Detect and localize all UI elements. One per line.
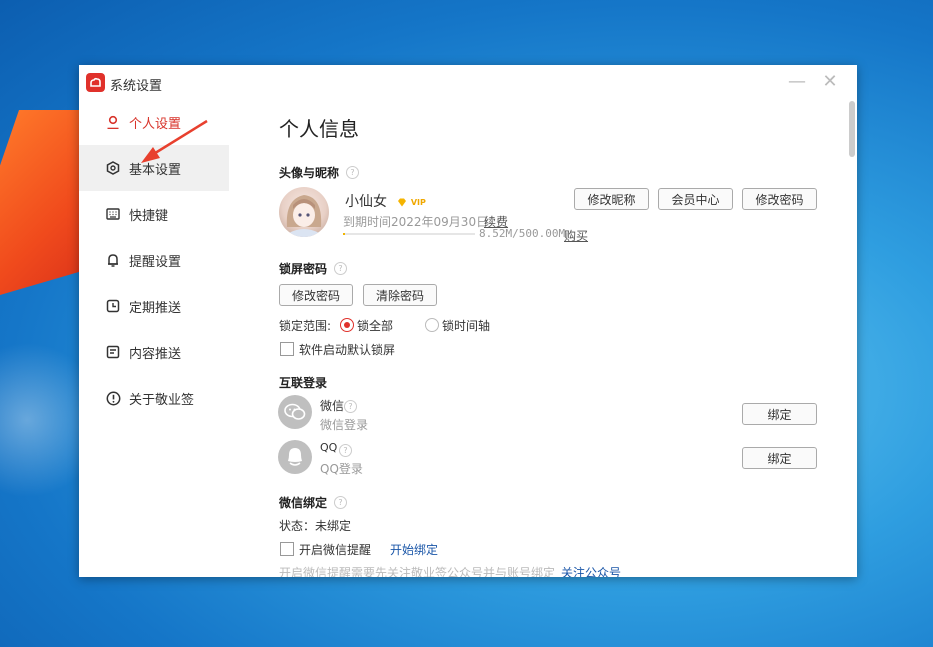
qq-bind-button[interactable]: 绑定 <box>742 447 817 469</box>
help-icon[interactable]: ? <box>344 400 357 413</box>
close-button[interactable]: ✕ <box>817 71 843 93</box>
lock-change-password-button[interactable]: 修改密码 <box>279 284 353 306</box>
sidebar-item-label: 快捷键 <box>129 208 169 224</box>
sidebar-item-scheduled-push[interactable]: 定期推送 <box>79 283 229 329</box>
help-icon[interactable]: ? <box>334 496 348 509</box>
wallpaper-glow <box>0 330 90 510</box>
scrollbar[interactable] <box>849 101 855 157</box>
wechat-bind-status: 状态：未绑定 <box>279 519 352 533</box>
hexagon-settings-icon <box>105 160 121 176</box>
qq-name: QQ <box>320 441 338 454</box>
app-logo-icon <box>86 73 105 92</box>
startup-lock-checkbox[interactable] <box>280 342 294 356</box>
minimize-button[interactable]: — <box>784 71 810 93</box>
keyboard-icon <box>105 206 121 222</box>
section-title-lock: 锁屏密码 ? <box>279 260 348 277</box>
clock-icon <box>105 298 121 314</box>
wechat-reminder-checkbox[interactable] <box>280 542 294 556</box>
scope-timeline-radio[interactable] <box>425 318 439 332</box>
avatar[interactable] <box>279 187 329 237</box>
section-title-text: 互联登录 <box>279 376 328 390</box>
vip-badge: VIP <box>397 195 426 209</box>
expiry-text: 到期时间2022年09月30日 <box>343 215 489 229</box>
sidebar-item-about[interactable]: 关于敬业签 <box>79 375 229 421</box>
qq-sub: QQ登录 <box>320 462 363 476</box>
nickname: 小仙女 <box>345 194 387 210</box>
storage-progress-fill <box>343 233 346 235</box>
help-icon[interactable]: ? <box>334 262 348 275</box>
sidebar-item-personal[interactable]: 个人设置 <box>79 99 229 145</box>
start-bind-link[interactable]: 开始绑定 <box>390 541 438 558</box>
help-icon[interactable]: ? <box>339 444 352 457</box>
title-bar[interactable]: 系统设置 — ✕ <box>79 65 857 100</box>
wechat-name: 微信 <box>320 399 345 413</box>
wechat-reminder-label[interactable]: 开启微信提醒 <box>299 541 371 558</box>
sidebar-item-content-push[interactable]: 内容推送 <box>79 329 229 375</box>
sidebar-item-label: 定期推送 <box>129 300 182 316</box>
sidebar-item-label: 基本设置 <box>129 162 182 178</box>
edit-nickname-button[interactable]: 修改昵称 <box>574 188 649 210</box>
storage-progress-bar <box>343 233 475 235</box>
help-icon[interactable]: ? <box>346 166 360 179</box>
buy-link[interactable]: 购买 <box>564 227 588 244</box>
section-title-profile: 头像与昵称 ? <box>279 164 360 181</box>
settings-window: 系统设置 — ✕ 个人设置 基本设置 快捷键 提醒设置 定期推送 内容推送 关于… <box>79 65 857 577</box>
scope-timeline-label[interactable]: 锁时间轴 <box>442 317 490 334</box>
lock-scope-label: 锁定范围: <box>279 319 332 333</box>
scope-all-label[interactable]: 锁全部 <box>357 317 393 334</box>
diamond-icon <box>398 198 406 207</box>
wechat-icon <box>278 395 312 429</box>
info-circle-icon <box>105 390 121 406</box>
window-title: 系统设置 <box>110 79 163 94</box>
person-icon <box>105 114 121 130</box>
sidebar-item-label: 内容推送 <box>129 346 182 362</box>
sidebar-item-shortcuts[interactable]: 快捷键 <box>79 191 229 237</box>
wechat-hint-text: 开启微信提醒需要先关注敬业签公众号并与账号绑定 <box>279 566 556 577</box>
storage-text: 8.52M/500.00M <box>479 227 566 240</box>
section-title-text: 头像与昵称 <box>279 166 340 180</box>
lock-clear-password-button[interactable]: 清除密码 <box>363 284 437 306</box>
section-title-wechat-bind: 微信绑定 ? <box>279 494 348 511</box>
page-title: 个人信息 <box>279 117 359 141</box>
section-title-text: 锁屏密码 <box>279 262 328 276</box>
wechat-bind-button[interactable]: 绑定 <box>742 403 817 425</box>
sidebar: 个人设置 基本设置 快捷键 提醒设置 定期推送 内容推送 关于敬业签 <box>79 99 229 577</box>
sidebar-item-label: 个人设置 <box>129 116 182 132</box>
scope-all-radio[interactable] <box>340 318 354 332</box>
sidebar-item-label: 关于敬业签 <box>129 392 195 408</box>
sidebar-item-label: 提醒设置 <box>129 254 182 270</box>
vip-badge-text: VIP <box>410 198 426 207</box>
startup-lock-label[interactable]: 软件启动默认锁屏 <box>299 341 395 358</box>
wechat-sub: 微信登录 <box>320 418 369 432</box>
section-title-text: 微信绑定 <box>279 496 328 510</box>
qq-icon <box>278 440 312 474</box>
follow-official-account-link[interactable]: 关注公众号 <box>561 564 621 577</box>
sidebar-item-reminders[interactable]: 提醒设置 <box>79 237 229 283</box>
member-center-button[interactable]: 会员中心 <box>658 188 733 210</box>
section-title-linked-login: 互联登录 <box>279 374 327 391</box>
change-password-button[interactable]: 修改密码 <box>742 188 817 210</box>
content-panel: 个人信息 头像与昵称 ? 小仙女 VIP 到期时间2022年09月30日 续费 … <box>229 99 857 577</box>
bell-icon <box>105 252 121 268</box>
sidebar-item-basic[interactable]: 基本设置 <box>79 145 229 191</box>
document-icon <box>105 344 121 360</box>
